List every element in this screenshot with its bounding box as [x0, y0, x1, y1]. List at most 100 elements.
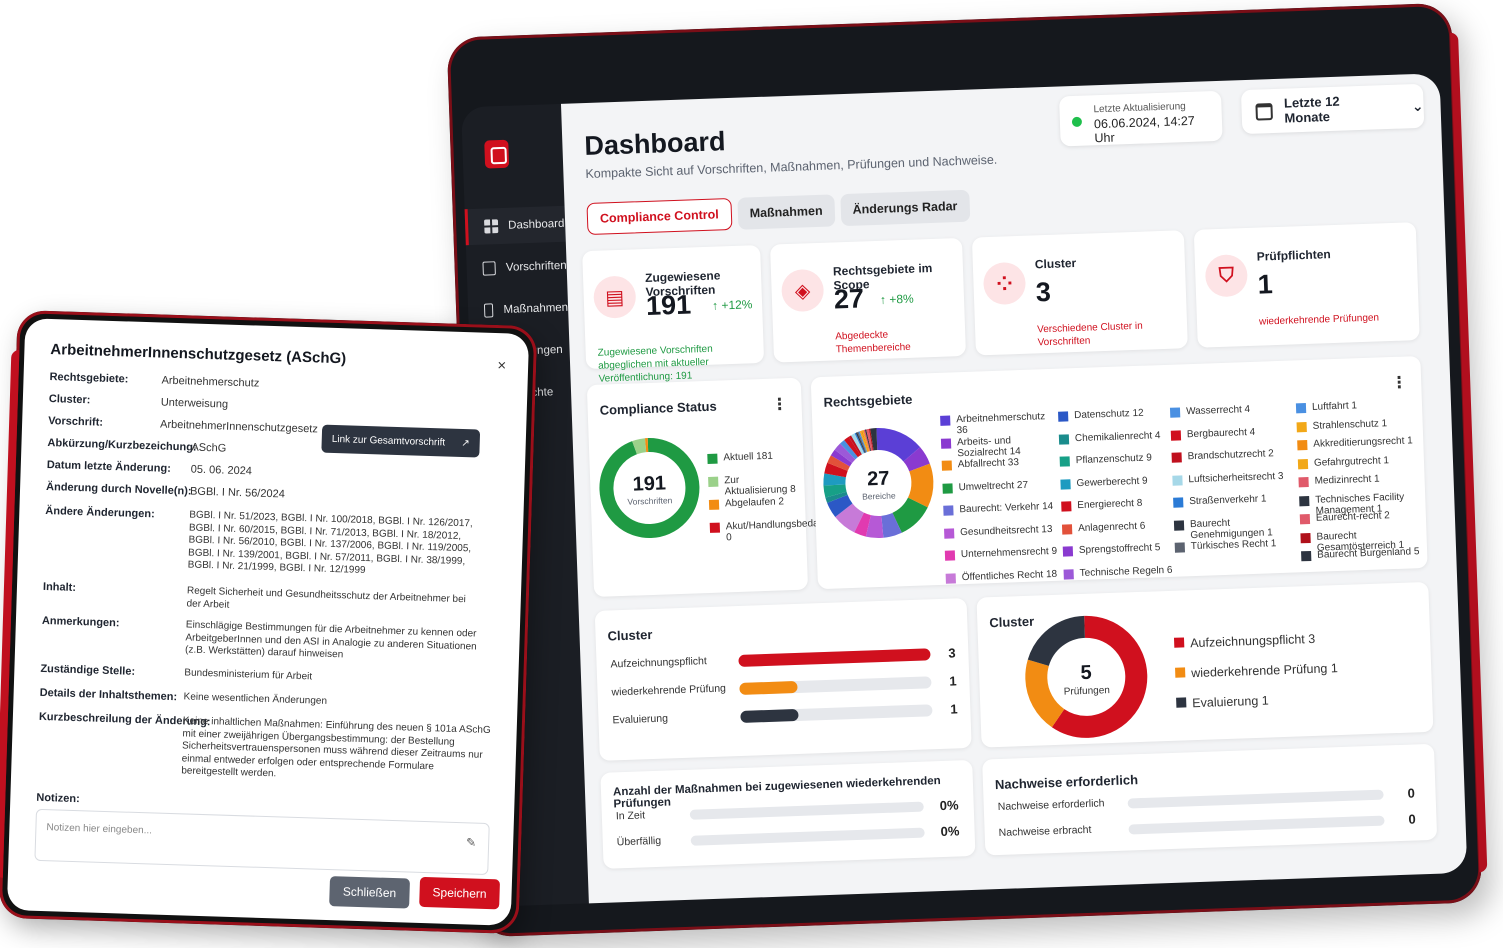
save-button[interactable]: Speichern — [419, 876, 501, 910]
tab-aenderungs-radar[interactable]: Änderungs Radar — [840, 189, 970, 227]
last-update-value: 06.06.2024, 14:27 Uhr — [1093, 113, 1195, 146]
modal-field-key: Datum letzte Änderung: — [46, 458, 172, 475]
cluster-donut-chart: 5 Prüfungen — [1025, 615, 1148, 738]
sidebar-item-label: Dashboard — [507, 217, 565, 232]
legend-swatch — [1061, 501, 1072, 512]
legend-label: Akut/Handlungsbedarf 0 — [725, 517, 825, 544]
legend-label: Straßenverkehr 1 — [1189, 493, 1267, 508]
legend-label: Baurecht Genehmigungen 1 — [1189, 517, 1273, 541]
legend-swatch — [1297, 440, 1308, 451]
sidebar-item-vorschriften[interactable]: Vorschriften — [466, 248, 567, 287]
cluster-bar-track — [738, 648, 931, 667]
tablet-frame: Dashboard Vorschriften Maßnahmen Prüfung… — [446, 2, 1483, 938]
legend-label: Energierecht 8 — [1077, 497, 1143, 512]
legend-item: Türkisches Recht 1 — [1174, 537, 1300, 564]
link-gesamtvorschrift-button[interactable]: Link zur Gesamtvorschrift ↗ — [321, 424, 481, 458]
legend-label: Abfallrecht 33 — [957, 457, 1020, 471]
modal-field-key: Zuständige Stelle: — [40, 662, 136, 678]
legend-label: Öffentliches Recht 18 — [961, 568, 1058, 583]
legend-item: Technisches Facility Management 1 — [1299, 491, 1422, 516]
legend-label: Zur Aktualisierung 8 — [724, 474, 796, 498]
progress-value: 0% — [940, 823, 960, 840]
legend-label: Datenschutz 12 — [1073, 407, 1144, 422]
compliance-legend: Aktuell 181 Zur Aktualisierung 8 Abgelaufe… — [707, 450, 825, 545]
legend-swatch — [708, 499, 720, 510]
cluster-bar-track — [739, 676, 932, 695]
page-title: Dashboard — [583, 126, 726, 162]
progress-value: 0 — [1407, 785, 1416, 801]
legend-label: Brandschutzrecht 2 — [1187, 448, 1274, 463]
legend-label: Evaluierung 1 — [1192, 693, 1269, 711]
kpi-delta: ↑ +8% — [879, 291, 914, 307]
legend-label: Eaurecht-recht 2 — [1315, 510, 1390, 524]
modal-field-key: Änderung durch Novelle(n): — [45, 480, 192, 498]
calendar-icon — [1255, 102, 1273, 121]
cluster-icon: ⁘ — [982, 261, 1027, 306]
legend-item: Arbeits- und Sozialrecht 14 — [940, 433, 1058, 460]
legend-swatch — [1169, 407, 1181, 418]
legend-label: Wasserrecht 4 — [1185, 403, 1251, 418]
modal-field-value: Unterweisung — [160, 396, 229, 411]
legend-swatch — [1174, 542, 1186, 553]
more-options-icon[interactable]: ⋮ — [771, 394, 788, 415]
tab-compliance-control[interactable]: Compliance Control — [586, 197, 733, 236]
donut-center-label: Vorschriften — [627, 495, 672, 507]
sidebar-item-dashboard[interactable]: Dashboard — [464, 205, 566, 246]
more-options-icon[interactable]: ⋮ — [1391, 373, 1408, 394]
kpi-card-pruefpflichten: ⛉ Prüfpflichten 1 wiederkehrende Prüfung… — [1193, 222, 1420, 348]
compliance-status-card: Compliance Status ⋮ 191 Vorschriften Akt… — [586, 377, 825, 598]
legend-swatch — [1060, 478, 1071, 490]
legend-label: Bergbaurecht 4 — [1186, 426, 1256, 440]
legend-swatch — [1059, 456, 1070, 467]
legend-swatch — [943, 505, 954, 516]
checkbox-icon — [483, 303, 494, 318]
legend-swatch — [1170, 429, 1182, 441]
legend-swatch — [1173, 497, 1184, 508]
legend-label: Aufzeichnungspflicht 3 — [1189, 631, 1316, 651]
legend-label: Aktuell 181 — [723, 450, 774, 464]
notes-placeholder: Notizen hier eingeben... — [46, 822, 153, 837]
rechtsgebiete-legend-column: Wasserrecht 4 Bergbaurecht 4 Brandschutzre… — [1169, 402, 1300, 564]
legend-swatch — [941, 460, 953, 471]
detail-modal: ArbeitnehmerInnenschutzgesetz (ASchG) × … — [6, 318, 530, 926]
rechtsgebiete-card: Rechtsgebiete ⋮ 27 Bereiche Arbeitnehmer… — [810, 356, 1428, 590]
legend-item: Zur Aktualisierung 8 — [708, 473, 805, 499]
progress-value: 0% — [939, 797, 959, 814]
legend-swatch — [1058, 411, 1069, 422]
legend-swatch — [1298, 477, 1309, 488]
legend-label: Arbeits- und Sozialrecht 14 — [956, 434, 1021, 459]
cluster-bar-track — [740, 704, 933, 723]
kpi-value: 3 — [1035, 276, 1052, 308]
notes-input[interactable]: Notizen hier eingeben... ✎ — [34, 808, 490, 876]
kpi-value: 1 — [1257, 269, 1274, 300]
legend-label: Baurecht: Verkehr 14 — [959, 500, 1054, 516]
legend-swatch — [1299, 513, 1311, 525]
donut-center-label: Prüfungen — [1064, 685, 1111, 698]
progress-track — [1128, 815, 1385, 835]
detail-modal-frame: ArbeitnehmerInnenschutzgesetz (ASchG) × … — [0, 309, 538, 935]
legend-swatch — [1063, 568, 1074, 580]
legend-item: Abgelaufen 2 — [708, 496, 806, 522]
modal-field-key: Kurzbeschreilung der Änderung: — [38, 710, 211, 729]
sidebar-item-massnahmen[interactable]: Maßnahmen — [468, 290, 569, 329]
shield-icon: ⛉ — [1204, 254, 1249, 298]
modal-field-value: Bundesministerium für Arbeit — [184, 667, 313, 683]
compliance-donut-chart: 191 Vorschriften — [599, 438, 700, 539]
modal-field-value: ArbeitnehmerInnenschutzgesetz — [159, 418, 319, 436]
legend-swatch — [1172, 474, 1183, 486]
period-select[interactable]: Letzte 12 Monate ⌄ — [1240, 83, 1425, 135]
close-icon[interactable]: × — [497, 357, 506, 374]
close-button[interactable]: Schließen — [329, 876, 411, 909]
cluster-bar-value: 1 — [949, 673, 957, 689]
legend-label: Strahlenschutz 1 — [1312, 417, 1388, 432]
tab-massnahmen[interactable]: Maßnahmen — [737, 194, 836, 230]
legend-swatch — [1176, 697, 1187, 708]
cluster-bar-label: wiederkehrende Prüfung — [611, 682, 727, 699]
modal-field-value: Regelt Sicherheit und Gesundheitsschutz … — [186, 585, 467, 611]
kpi-card-rechtsgebiete: ◈ Rechtsgebiete im Scope 27 ↑ +8% Abgede… — [770, 237, 967, 363]
rechtsgebiete-donut-chart: 27 Bereiche — [823, 428, 934, 539]
cluster-bar-label: Evaluierung — [612, 712, 669, 727]
app-logo — [484, 139, 510, 169]
legend-label: Luftsicherheitsrecht 3 — [1188, 470, 1284, 485]
kpi-card-cluster: ⁘ Cluster 3 Verschiedene Cluster in Vors… — [971, 230, 1188, 356]
